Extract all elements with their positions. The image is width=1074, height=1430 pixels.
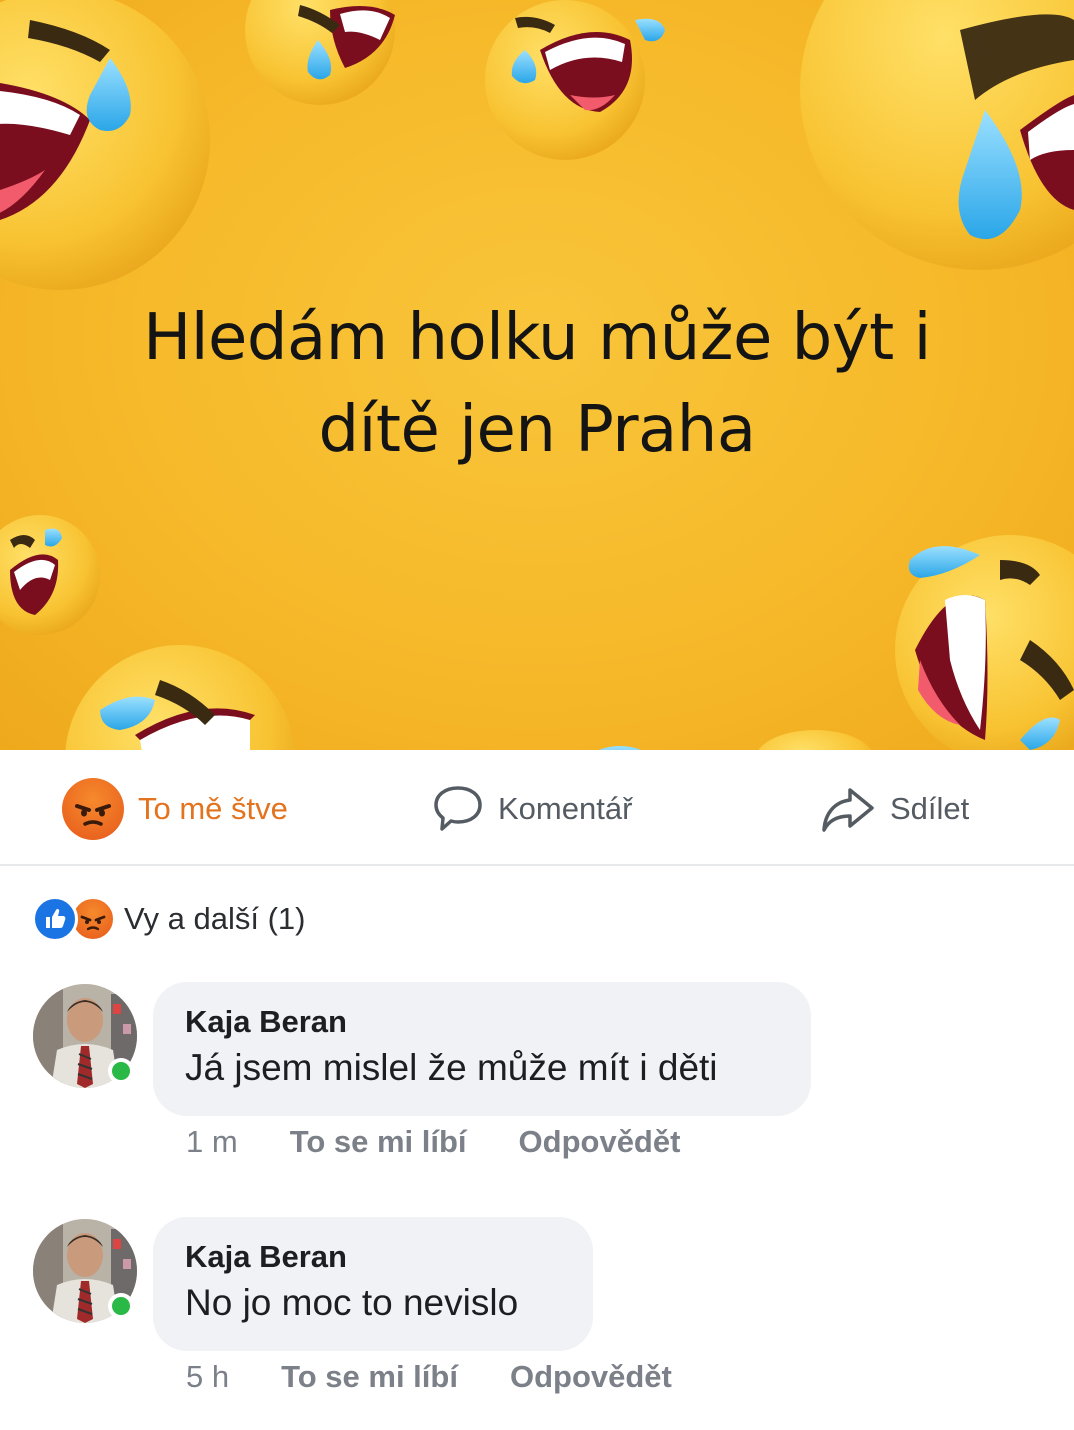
comment-bubble-icon [434, 786, 482, 831]
laughing-emoji-icon [245, 0, 395, 105]
angry-reaction-icon [62, 778, 124, 840]
share-button[interactable]: Sdílet [820, 778, 969, 840]
online-status-indicator [108, 1058, 134, 1084]
comment-author[interactable]: Kaja Beran [185, 1002, 779, 1042]
post-text-line-1: Hledám holku může být i [143, 301, 931, 375]
online-status-indicator [108, 1293, 134, 1319]
comment-time[interactable]: 1 m [186, 1124, 238, 1160]
post-text: Hledám holku může být i dítě jen Praha [60, 292, 1014, 476]
comment-author[interactable]: Kaja Beran [185, 1237, 561, 1277]
reply-link[interactable]: Odpovědět [519, 1124, 681, 1160]
share-arrow-icon [822, 788, 874, 832]
post-text-line-2: dítě jen Praha [318, 393, 756, 467]
comment-button[interactable]: Komentář [432, 778, 632, 840]
react-label: To mě štve [138, 791, 288, 826]
laughing-emoji-icon [0, 0, 210, 290]
like-icon [32, 896, 78, 942]
comment-meta: 1 m To se mi líbí Odpovědět [186, 1124, 680, 1160]
comment-bubble[interactable]: Kaja Beran Já jsem mislel že může mít i … [153, 982, 811, 1116]
comment-time[interactable]: 5 h [186, 1359, 229, 1395]
laughing-emoji-icon [65, 645, 295, 750]
post-action-bar: To mě štve Komentář Sdílet [0, 750, 1074, 866]
like-comment-link[interactable]: To se mi líbí [281, 1359, 458, 1395]
like-comment-link[interactable]: To se mi líbí [290, 1124, 467, 1160]
comment-text: Já jsem mislel že může mít i děti [185, 1047, 718, 1088]
laughing-emoji-icon [0, 515, 100, 635]
laughing-emoji-icon [599, 730, 872, 750]
reactions-summary[interactable]: Vy a další (1) [32, 896, 305, 942]
comment-text: No jo moc to nevislo [185, 1282, 519, 1323]
reply-link[interactable]: Odpovědět [510, 1359, 672, 1395]
laughing-emoji-icon [800, 0, 1074, 270]
laughing-emoji-icon [485, 0, 665, 160]
react-button[interactable]: To mě štve [62, 778, 288, 840]
comment-label: Komentář [498, 791, 633, 826]
laughing-emoji-icon [895, 535, 1074, 750]
share-label: Sdílet [890, 791, 970, 826]
reactions-count: Vy a další (1) [124, 901, 306, 936]
post-image[interactable]: Hledám holku může být i dítě jen Praha [0, 0, 1074, 750]
comment-meta: 5 h To se mi líbí Odpovědět [186, 1359, 672, 1395]
comment-bubble[interactable]: Kaja Beran No jo moc to nevislo [153, 1217, 593, 1351]
